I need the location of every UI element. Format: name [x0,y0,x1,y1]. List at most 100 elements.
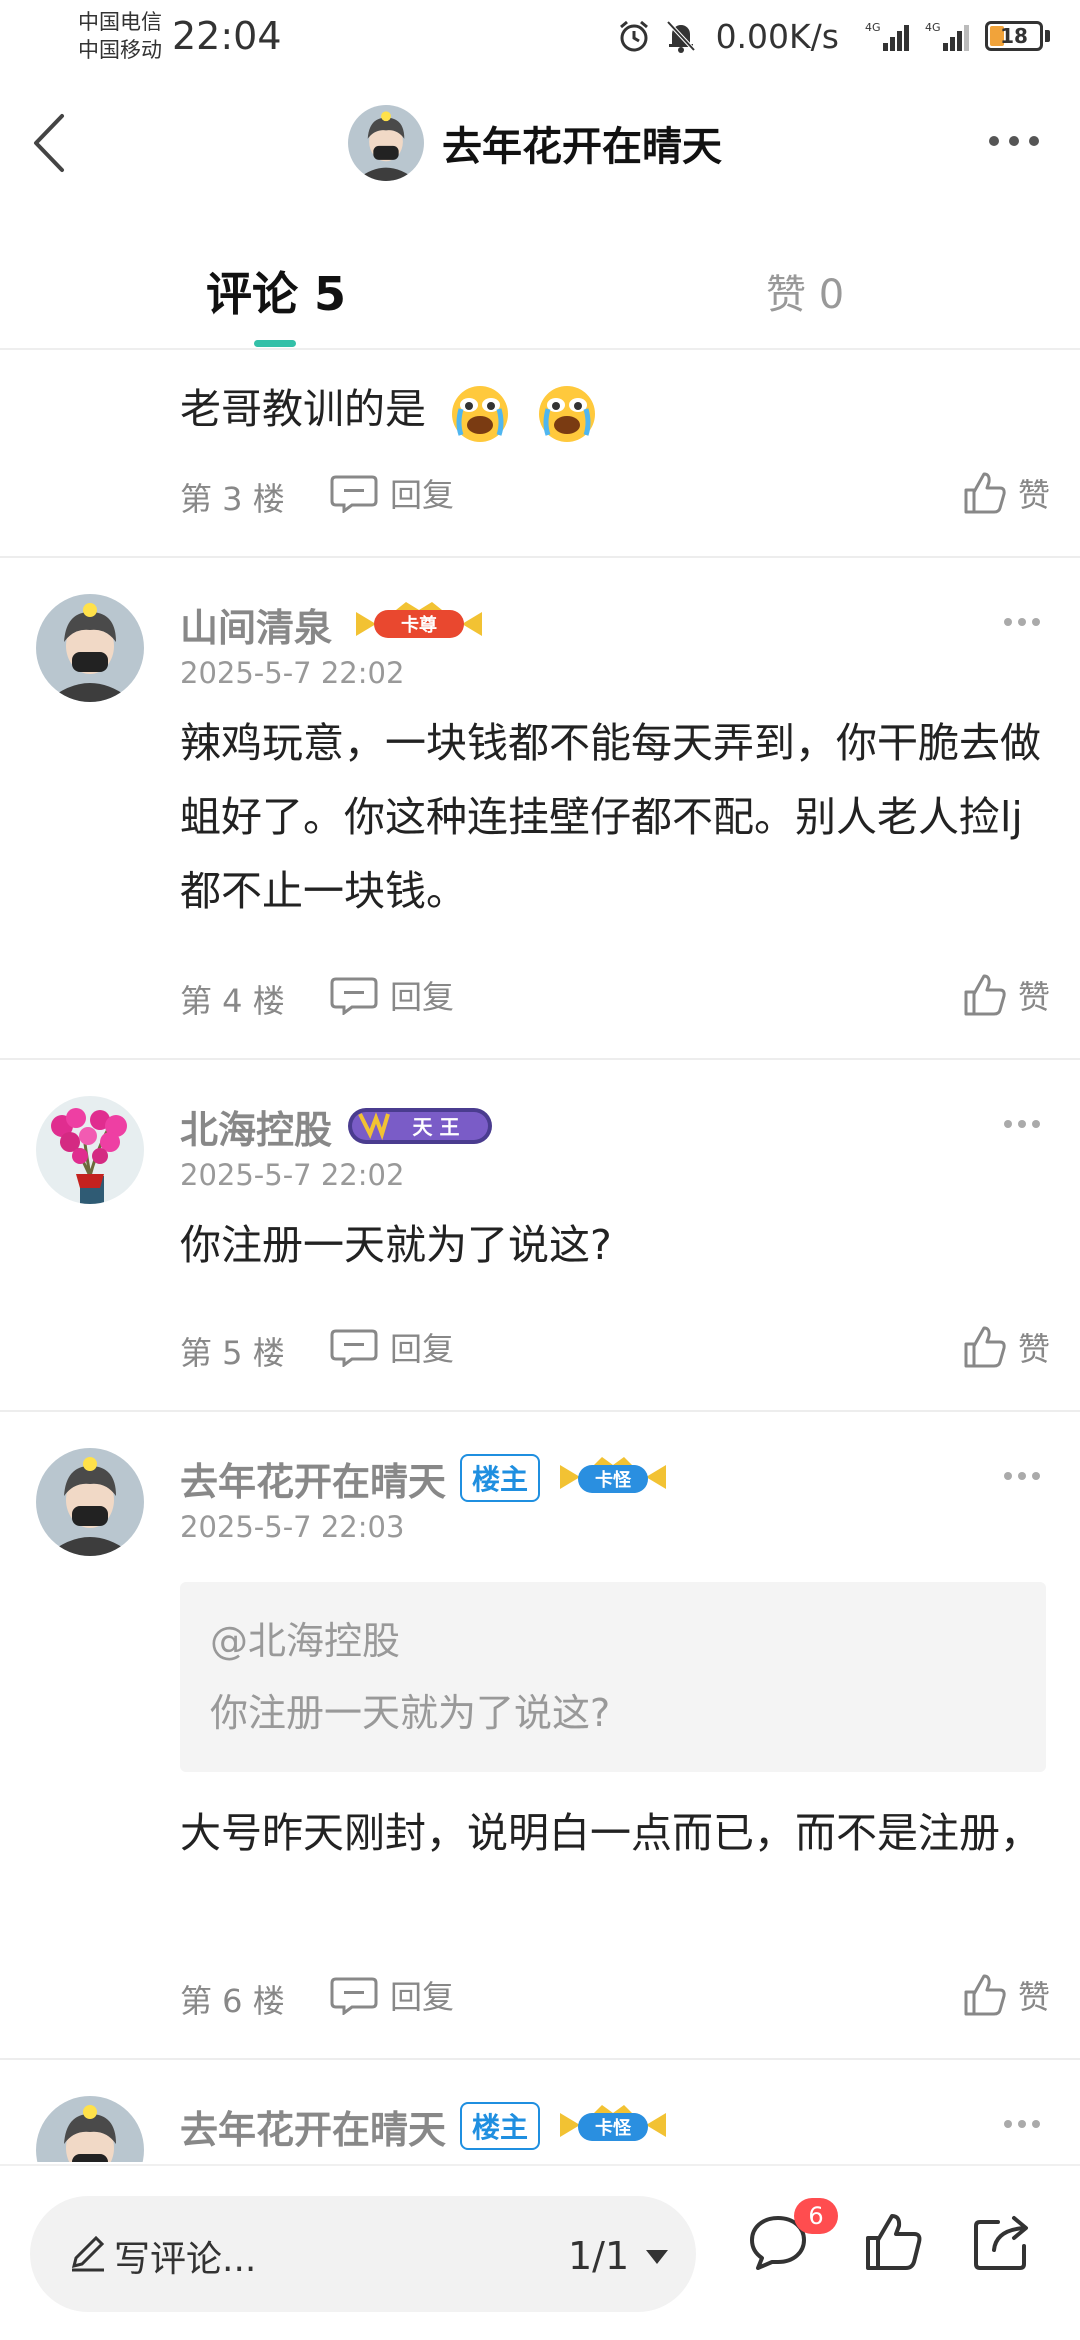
more-icon[interactable] [984,126,1044,156]
comment-text: 你注册一天就为了说这? [180,1221,612,1269]
comment-meta: 第 6 楼 回复 赞 [180,1970,1050,2020]
reply-icon [330,475,378,513]
username[interactable]: 北海控股 [180,1099,332,1154]
reply-label: 回复 [390,978,455,1016]
like-button[interactable]: 赞 [962,970,1050,1020]
like-button[interactable]: 赞 [962,1322,1050,1372]
chevron-down-icon[interactable] [644,2248,670,2266]
level-badge: 天 王 [348,1108,493,1144]
carrier-2: 中国移动 [78,38,162,62]
floor-number: 第 4 楼 [180,982,285,1020]
reply-button[interactable]: 回复 [330,1970,454,2020]
svg-text:卡尊: 卡尊 [401,614,437,636]
username[interactable]: 去年花开在晴天 [180,1451,446,1506]
avatar[interactable] [348,105,424,181]
reply-button[interactable]: 回复 [330,468,454,518]
floor-number: 第 3 楼 [180,480,285,518]
comment-header: 去年花开在晴天 楼主 卡怪 [180,1448,672,1508]
reply-label: 回复 [390,476,455,514]
comment-time: 2025-5-7 22:02 [180,1158,405,1192]
svg-text:天 王: 天 王 [413,1115,460,1139]
status-icons: 0.00K/s 4G 4G 18 [616,14,1050,58]
tab-likes[interactable]: 赞 0 [766,262,844,320]
back-icon[interactable] [26,108,76,178]
reply-label: 回复 [390,1978,455,2016]
comment-meta: 第 3 楼 回复 赞 [180,468,1050,518]
comment-body: 老哥教训的是 [180,372,1046,446]
quote-user: @北海控股 [210,1619,401,1663]
floor-number: 第 5 楼 [180,1334,285,1372]
status-time: 22:04 [172,14,282,58]
like-label: 赞 [1017,1978,1050,2016]
comment-input[interactable]: 写评论... 1/1 [30,2196,696,2312]
avatar[interactable] [36,2096,144,2162]
page-indicator[interactable]: 1/1 [568,2234,629,2278]
like-label: 赞 [1017,476,1050,514]
comment-count-badge: 6 [794,2198,838,2234]
comment-meta: 第 4 楼 回复 赞 [180,970,1050,1020]
comment-header: 北海控股 天 王 [180,1096,494,1156]
battery-icon: 18 [985,21,1043,51]
network-speed: 0.00K/s [715,16,839,56]
like-label: 赞 [1017,1330,1050,1368]
tab-comments[interactable]: 评论 5 [206,258,346,324]
pencil-icon [71,2235,105,2272]
comment-time: 2025-5-7 22:02 [180,656,405,690]
comment-item: 老哥教训的是 第 3 楼 回复 赞 [0,352,1080,558]
level-badge: 卡怪 [560,2105,667,2141]
crying-emoji-icon [452,386,509,442]
like-label: 赞 [1017,978,1050,1016]
more-icon[interactable] [1002,616,1042,628]
avatar[interactable] [36,1096,144,1204]
comment-header: 去年花开在晴天 楼主 卡怪 [180,2096,672,2156]
username[interactable]: 去年花开在晴天 [180,2099,446,2154]
floor-number: 第 6 楼 [180,1982,285,2020]
tab-indicator [254,340,296,347]
share-icon[interactable] [970,2210,1034,2274]
like-icon [964,1326,1006,1368]
tab-bar: 评论 5 赞 0 [0,208,1080,350]
carrier-1: 中国电信 [78,10,162,34]
more-icon[interactable] [1002,1470,1042,1482]
like-icon [964,1974,1006,2016]
svg-text:卡怪: 卡怪 [595,2117,632,2139]
reply-button[interactable]: 回复 [330,1322,454,1372]
alarm-icon [619,20,648,52]
comment-text: 辣鸡玩意，一块钱都不能每天弄到，你干脆去做蛆好了。你这种连挂壁仔都不配。别人老人… [180,719,1041,915]
battery-level: 18 [1000,24,1028,48]
comment-list[interactable]: 老哥教训的是 第 3 楼 回复 赞 山间清泉 卡尊 2025-5-7 22:02… [0,352,1080,2162]
username[interactable]: 山间清泉 [180,597,332,652]
comment-item: 去年花开在晴天 楼主 卡怪 2025-5-7 22:03 @北海控股 你注册一天… [0,1412,1080,2060]
comment-meta: 第 5 楼 回复 赞 [180,1322,1050,1372]
comment-item: 去年花开在晴天 楼主 卡怪 [0,2060,1080,2162]
like-button[interactable]: 赞 [962,1970,1050,2020]
quoted-comment[interactable]: @北海控股 你注册一天就为了说这? [180,1582,1046,1772]
more-icon[interactable] [1002,1118,1042,1130]
like-icon [964,472,1006,514]
more-icon[interactable] [1002,2118,1042,2130]
like-icon[interactable] [862,2210,926,2274]
comment-header: 山间清泉 卡尊 [180,594,492,654]
comment-input-placeholder: 写评论... [114,2239,257,2280]
reply-button[interactable]: 回复 [330,970,454,1020]
comment-item: 山间清泉 卡尊 2025-5-7 22:02 辣鸡玩意，一块钱都不能每天弄到，你… [0,558,1080,1060]
bottom-bar: 写评论... 1/1 6 [0,2164,1080,2340]
comment-time: 2025-5-7 22:03 [180,1510,405,1544]
comment-item: 北海控股 天 王 2025-5-7 22:02 你注册一天就为了说这? 第 5 … [0,1060,1080,1412]
top-nav: 去年花开在晴天 [0,78,1080,208]
crying-emoji-icon [539,386,596,442]
avatar[interactable] [36,1448,144,1556]
svg-text:4G: 4G [865,21,881,34]
comment-text: 老哥教训的是 [180,385,426,433]
quote-text: 你注册一天就为了说这? [210,1691,611,1735]
like-button[interactable]: 赞 [962,468,1050,518]
avatar[interactable] [36,594,144,702]
reply-icon [330,1329,378,1367]
signal-icon-2: 4G [925,21,969,51]
comment-text: 大号昨天刚封，说明白一点而已，而不是注册， [180,1809,1041,1857]
author-tag: 楼主 [460,1454,541,1502]
page-title: 去年花开在晴天 [442,124,722,170]
level-badge: 卡怪 [560,1457,667,1493]
signal-icon: 4G [865,21,909,51]
thread-author[interactable]: 去年花开在晴天 [348,105,722,181]
